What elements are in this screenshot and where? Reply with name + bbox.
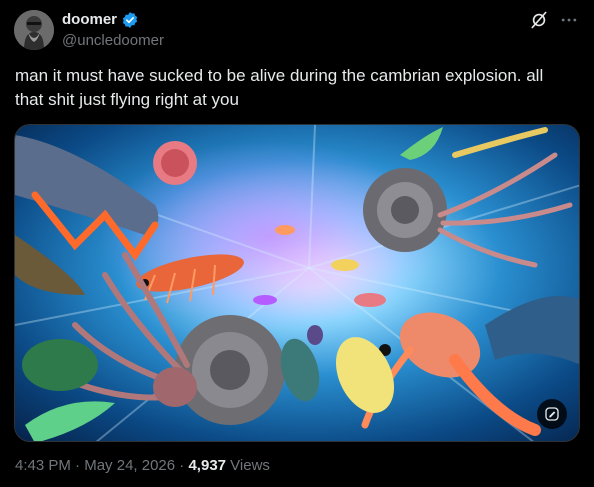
post-actions [528,9,580,31]
post: doomer @uncledoomer man it must have suc… [0,0,594,487]
grok-icon[interactable] [528,9,550,31]
name-row: doomer [62,10,164,30]
avatar[interactable] [14,10,54,50]
image-edit-icon[interactable] [537,399,567,429]
post-image[interactable] [14,124,580,442]
post-date[interactable]: May 24, 2026 [84,456,175,476]
meta-separator: · [175,457,189,474]
views-count: 4,937 [188,457,227,474]
more-icon[interactable] [558,9,580,31]
verified-badge-icon [121,11,139,29]
avatar-image [14,10,54,50]
meta-separator: · [70,457,85,474]
display-name[interactable]: doomer [62,10,117,30]
views-label: Views [226,457,270,474]
post-header: doomer @uncledoomer [62,10,164,51]
handle[interactable]: @uncledoomer [62,31,164,51]
post-text: man it must have sucked to be alive duri… [15,66,548,109]
post-time[interactable]: 4:43 PM [15,456,71,476]
post-meta: 4:43 PM · May 24, 2026 · 4,937 Views [15,456,270,476]
cambrian-illustration [15,125,579,441]
